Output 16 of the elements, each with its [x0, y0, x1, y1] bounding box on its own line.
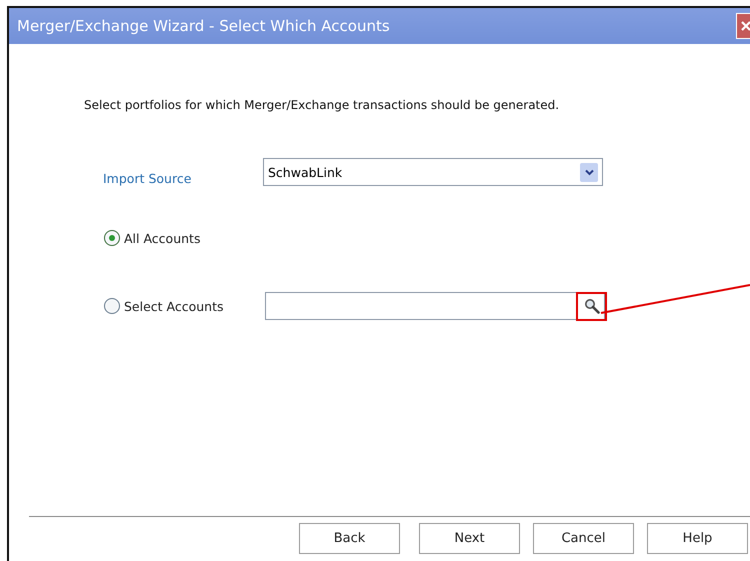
radio-label[interactable]: All Accounts [124, 230, 200, 246]
accounts-field[interactable] [265, 292, 605, 320]
instruction-text: Select portfolios for which Merger/Exchange transactions should be generated. [84, 98, 560, 112]
window-title: Merger/Exchange Wizard - Select Which Accounts [17, 17, 390, 35]
close-icon[interactable] [740, 20, 750, 32]
search-button[interactable] [576, 292, 607, 320]
import-source-label: Import Source [103, 170, 192, 186]
radio-button[interactable] [104, 298, 120, 314]
radio-label[interactable]: Select Accounts [124, 298, 224, 314]
import-source-dropdown[interactable]: SchwabLink [263, 158, 603, 186]
dialog-button[interactable]: Cancel [533, 523, 634, 554]
radio-button[interactable] [104, 230, 120, 246]
dialog-button[interactable]: Back [299, 523, 400, 554]
search-icon[interactable] [584, 298, 600, 314]
dialog-button[interactable]: Help [647, 523, 748, 554]
dialog-button[interactable]: Next [419, 523, 520, 554]
